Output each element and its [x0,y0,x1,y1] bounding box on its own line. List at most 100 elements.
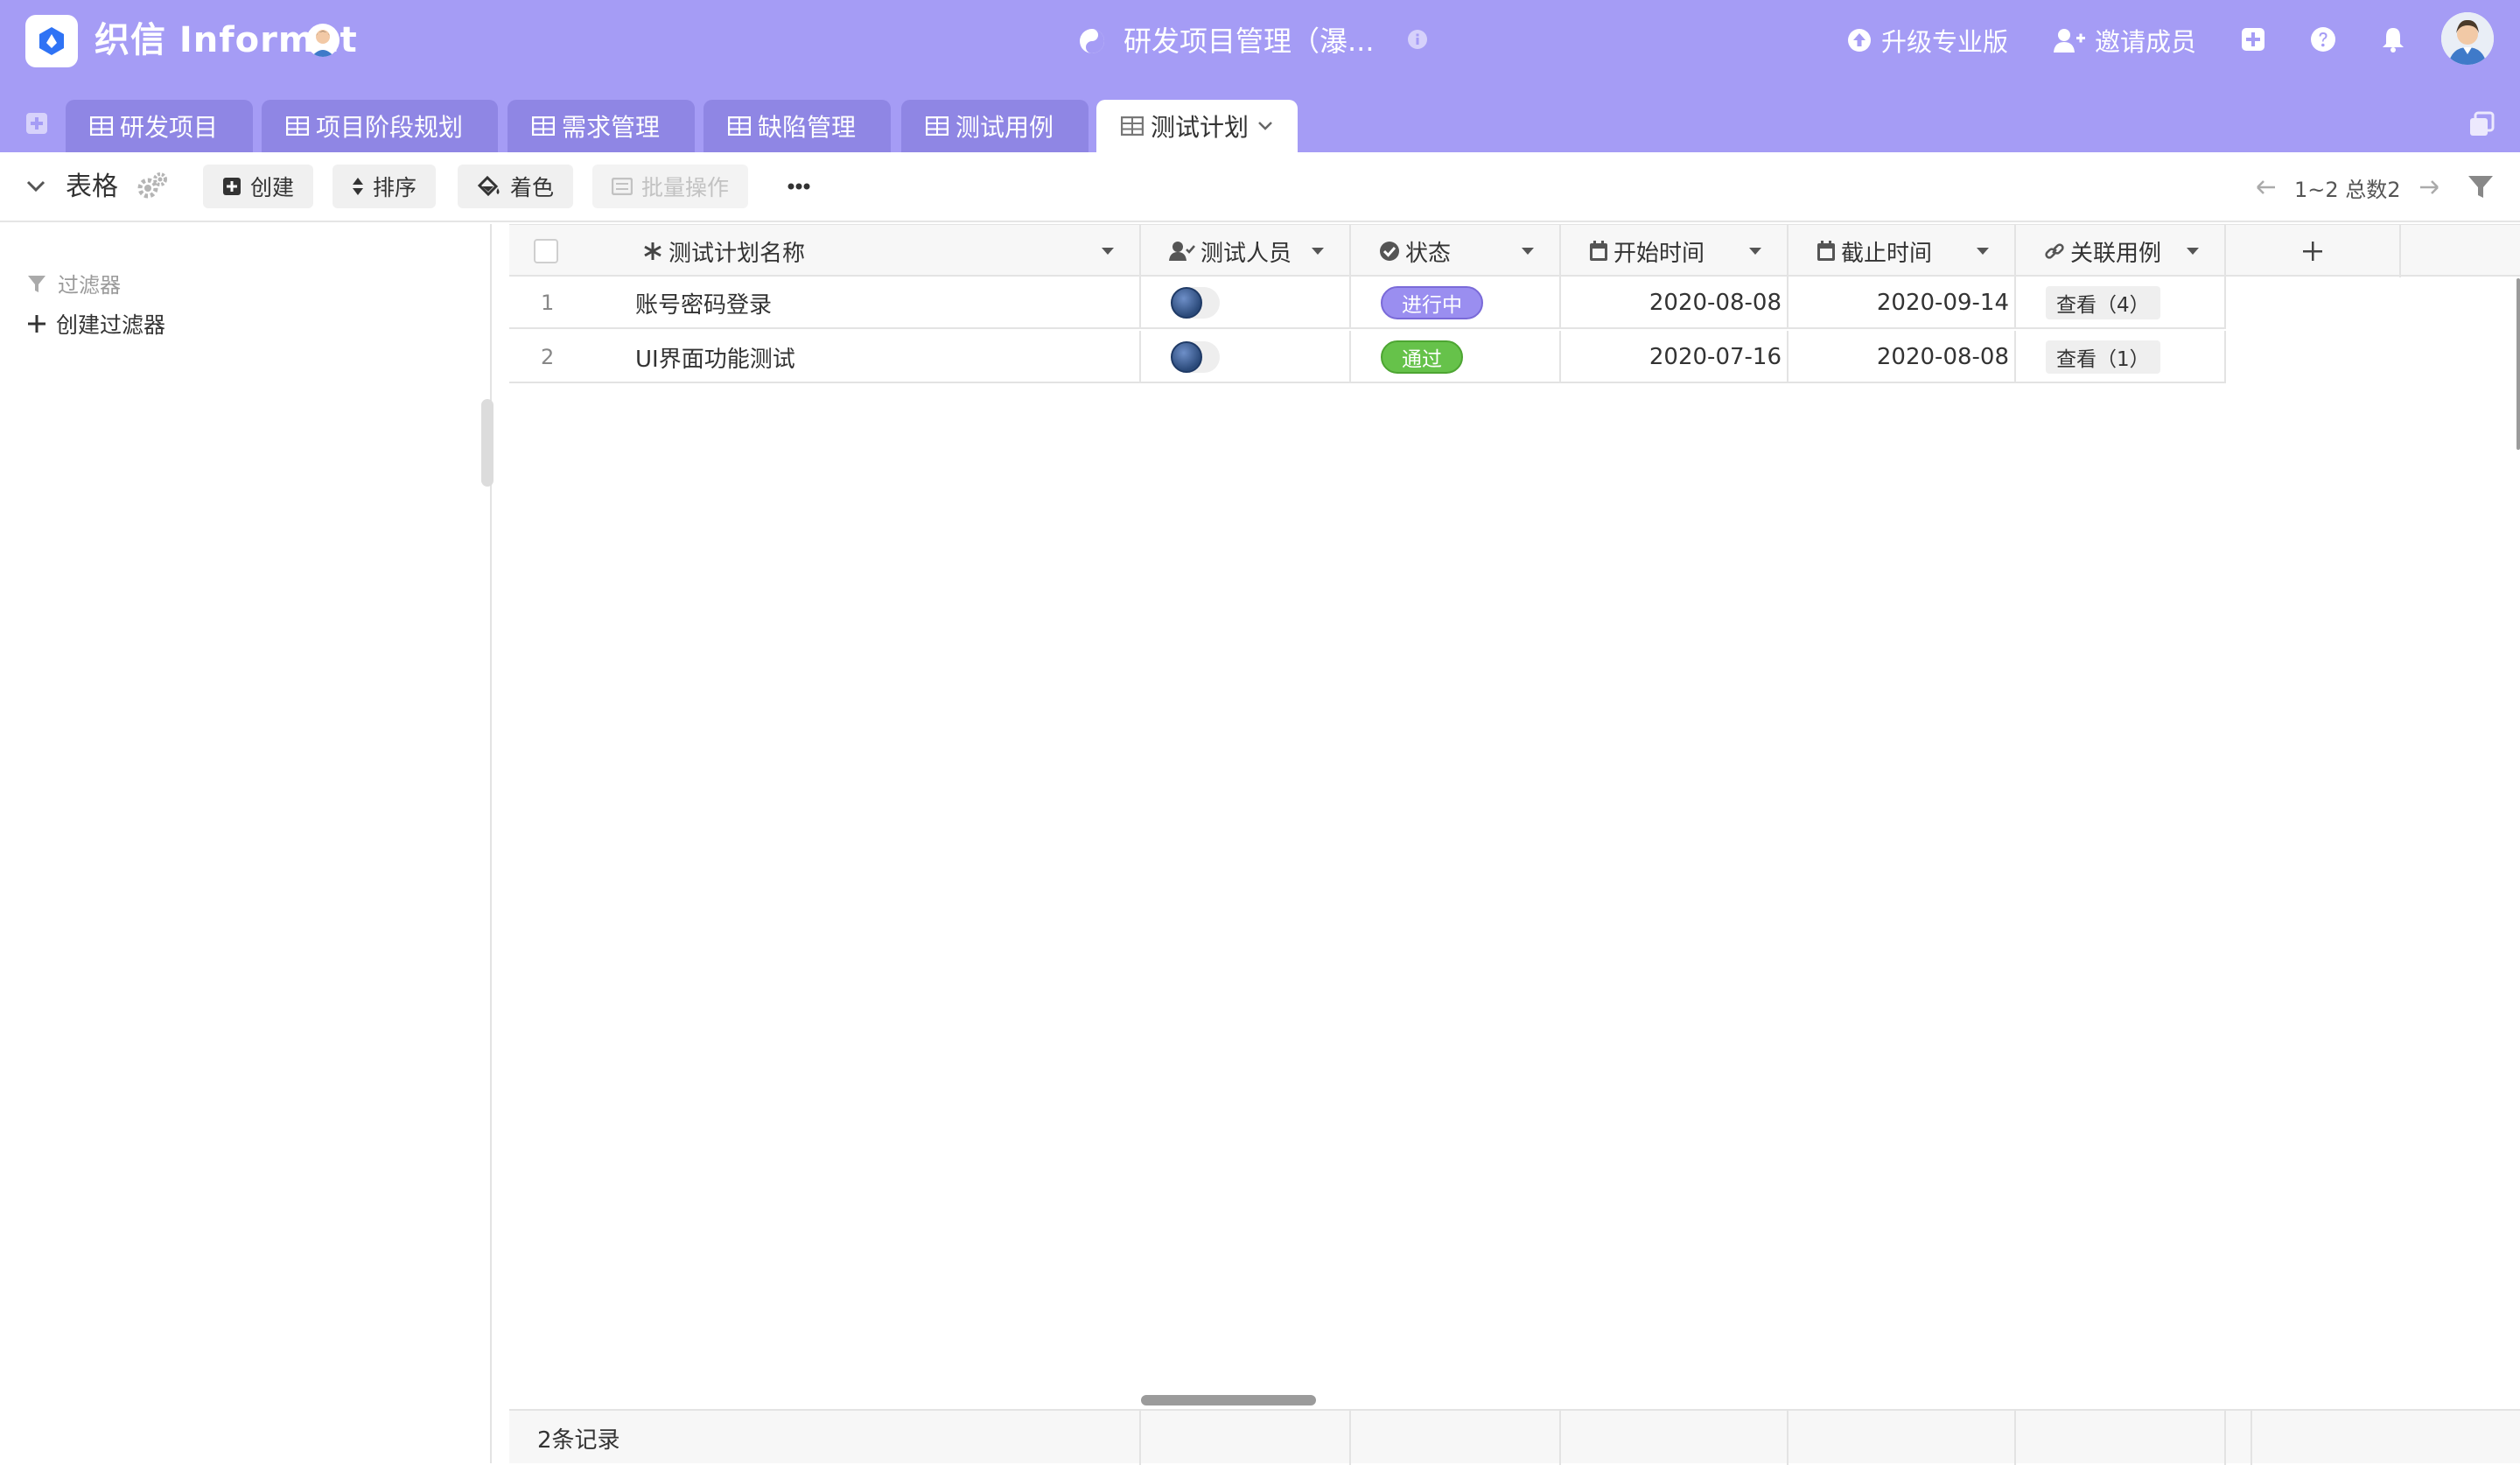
upgrade-label: 升级专业版 [1881,27,2009,57]
tab-phase-plan[interactable]: 项目阶段规划 [262,100,498,152]
column-label: 开始时间 [1614,240,1705,267]
notifications-button[interactable] [2378,25,2408,54]
calendar-icon [1590,241,1607,261]
sidebar-resize-handle[interactable] [481,399,494,487]
bell-icon [2383,28,2404,53]
chevron-down-icon[interactable] [24,175,47,198]
tab-label: 项目阶段规划 [316,113,464,142]
cell-name[interactable]: 1 账号密码登录 [509,277,1141,329]
link-icon [2045,243,2064,259]
create-filter-button[interactable]: 创建过滤器 [26,308,165,340]
cell-tester[interactable] [1141,331,1351,383]
table-icon [728,116,751,136]
cell-start-time[interactable]: 2020-07-16 [1561,331,1788,383]
pagination: 1~2 总数2 [2250,170,2445,205]
column-header-name[interactable]: 测试计划名称 [509,225,1141,277]
filter-sidebar: 过滤器 创建过滤器 [0,224,494,1463]
grid-header: 测试计划名称 测试人员 状态 开始时间 截止时间 关联用例 [509,224,2520,277]
tab-label: 缺陷管理 [758,113,857,142]
tab-label: 测试用例 [956,113,1054,142]
status-badge: 通过 [1381,340,1463,374]
top-bar: 织信 Informat 研发项目管理（瀑... 升级专业版 邀请成员 研发项目 … [0,0,2520,152]
cell-start-time[interactable]: 2020-08-08 [1561,277,1788,329]
caret-down-icon[interactable] [2186,246,2200,256]
arrow-left-icon[interactable] [2250,174,2280,200]
logo-icon [39,27,64,55]
view-toolbar: 表格 创建 排序 着色 批量操作 1~2 总数2 [0,152,2520,222]
footer-cell[interactable] [1788,1411,2016,1465]
doc-title-area[interactable]: 研发项目管理（瀑... [1078,19,1375,63]
tab-test-plan[interactable]: 测试计划 [1096,100,1298,152]
app-logo[interactable] [25,15,78,67]
plus-square-icon [2242,28,2264,51]
caret-down-icon[interactable] [1311,246,1325,256]
record-count: 2条记录 [509,1411,1141,1465]
start-date: 2020-07-16 [1648,344,1782,370]
plus-square-icon [223,178,241,195]
end-date: 2020-09-14 [1876,290,2009,316]
cell-status[interactable]: 通过 [1351,331,1561,383]
grid-footer: 2条记录 [509,1409,2520,1465]
cell-linked-cases[interactable]: 查看（1） [2016,331,2226,383]
copy-sheet-icon[interactable] [2468,110,2496,138]
tab-dev-project[interactable]: 研发项目 [66,100,253,152]
footer-cell[interactable] [1141,1411,1351,1465]
view-linked-button[interactable]: 查看（4） [2046,286,2160,319]
caret-down-icon[interactable] [1521,246,1535,256]
column-label: 关联用例 [2070,240,2162,267]
user-avatar[interactable] [2441,12,2494,65]
table-icon [90,116,113,136]
column-header-tester[interactable]: 测试人员 [1141,225,1351,277]
column-header-linked-cases[interactable]: 关联用例 [2016,225,2226,277]
chevron-down-icon[interactable] [1257,121,1273,131]
arrow-right-icon[interactable] [2415,174,2445,200]
footer-cell[interactable] [1561,1411,1788,1465]
create-button[interactable]: 创建 [203,165,314,208]
cell-tester[interactable] [1141,277,1351,329]
horizontal-scrollbar[interactable] [1141,1395,1316,1405]
add-button[interactable] [2238,25,2268,54]
tab-requirements[interactable]: 需求管理 [508,100,695,152]
invite-button[interactable]: 邀请成员 [2053,19,2196,61]
add-column-button[interactable] [2226,225,2401,277]
footer-cell[interactable] [1351,1411,1561,1465]
upgrade-button[interactable]: 升级专业版 [1846,19,2008,61]
owner-avatar[interactable] [306,24,340,57]
cell-end-time[interactable]: 2020-08-08 [1788,331,2016,383]
info-icon[interactable] [1407,29,1428,50]
column-header-start-time[interactable]: 开始时间 [1561,225,1788,277]
select-all-checkbox[interactable] [534,239,558,263]
sort-icon [353,178,363,195]
sort-button[interactable]: 排序 [332,165,437,208]
column-header-end-time[interactable]: 截止时间 [1788,225,2016,277]
table-row[interactable]: 2 UI界面功能测试 通过 2020-07-16 2020-08-08 查看（1… [509,331,2226,383]
caret-down-icon[interactable] [1748,246,1762,256]
filter-icon[interactable] [2466,172,2496,201]
cell-status[interactable]: 进行中 [1351,277,1561,329]
tab-test-cases[interactable]: 测试用例 [901,100,1088,152]
plus-icon [2303,242,2322,261]
tab-defects[interactable]: 缺陷管理 [704,100,891,152]
column-label: 截止时间 [1841,240,1933,267]
more-options-icon[interactable] [784,173,814,200]
color-button[interactable]: 着色 [458,165,574,208]
view-linked-button[interactable]: 查看（1） [2046,340,2160,374]
vertical-scrollbar[interactable] [2516,278,2520,450]
add-sheet-icon[interactable] [25,112,48,135]
table-icon [286,116,309,136]
caret-down-icon[interactable] [1976,246,1990,256]
cell-end-time[interactable]: 2020-09-14 [1788,277,2016,329]
view-name[interactable]: 表格 [66,170,118,205]
table-icon [1121,116,1144,136]
help-button[interactable] [2308,25,2338,54]
table-row[interactable]: 1 账号密码登录 进行中 2020-08-08 2020-09-14 查看（4） [509,277,2226,329]
footer-cell[interactable] [2016,1411,2226,1465]
caret-down-icon[interactable] [1101,246,1115,256]
list-icon [612,178,633,195]
column-header-status[interactable]: 状态 [1351,225,1561,277]
cell-name[interactable]: 2 UI界面功能测试 [509,331,1141,383]
cell-linked-cases[interactable]: 查看（4） [2016,277,2226,329]
plan-name: 账号密码登录 [635,291,773,319]
batch-operation-button[interactable]: 批量操作 [592,165,749,208]
settings-gear-icon[interactable] [136,172,168,201]
